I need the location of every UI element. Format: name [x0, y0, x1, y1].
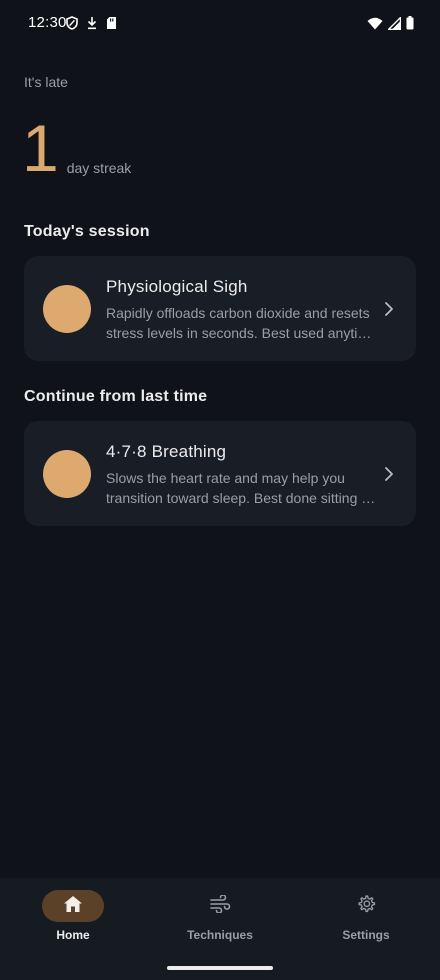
nav-active-indicator [42, 890, 104, 922]
streak-number: 1 [22, 111, 59, 185]
session-title: 4·7·8 Breathing [106, 442, 227, 461]
gesture-home-indicator[interactable] [167, 966, 273, 970]
session-avatar [43, 450, 91, 498]
bottom-navigation: Home Techniques Settings [0, 878, 440, 980]
nav-label-settings: Settings [342, 928, 390, 942]
streak-label: day streak [66, 160, 132, 176]
status-bar: 12:30 [0, 0, 440, 48]
wifi-icon [367, 17, 383, 30]
sd-card-icon [106, 16, 117, 30]
nav-item-home[interactable]: Home [18, 890, 128, 942]
session-card-478-breathing[interactable]: 4·7·8 Breathing Slows the heart rate and… [24, 421, 416, 526]
nav-icon-container [189, 890, 251, 922]
nav-icon-container [335, 890, 397, 922]
download-icon [86, 16, 98, 30]
session-card-physiological-sigh[interactable]: Physiological Sigh Rapidly offloads carb… [24, 256, 416, 361]
session-description: Rapidly offloads carbon dioxide and rese… [106, 305, 377, 341]
shield-icon [66, 16, 78, 30]
status-time: 12:30 [28, 14, 67, 31]
nav-label-techniques: Techniques [187, 928, 253, 942]
cell-signal-icon [388, 16, 401, 30]
gear-icon [356, 894, 376, 919]
session-title: Physiological Sigh [106, 277, 248, 296]
section-title-continue: Continue from last time [24, 388, 208, 405]
status-right-icons [367, 16, 414, 30]
session-avatar [43, 285, 91, 333]
wind-icon [209, 893, 231, 918]
battery-icon [406, 16, 414, 30]
greeting-text: It's late [24, 74, 68, 90]
chevron-right-icon [384, 301, 394, 322]
status-left-icons [66, 16, 117, 30]
chevron-right-icon [384, 466, 394, 487]
home-icon [63, 895, 83, 918]
streak-counter: 1 day streak [22, 111, 132, 185]
section-title-today: Today's session [24, 223, 150, 240]
nav-item-settings[interactable]: Settings [311, 890, 421, 942]
session-description: Slows the heart rate and may help you tr… [106, 470, 374, 506]
nav-label-home: Home [56, 928, 90, 942]
nav-item-techniques[interactable]: Techniques [165, 890, 275, 942]
